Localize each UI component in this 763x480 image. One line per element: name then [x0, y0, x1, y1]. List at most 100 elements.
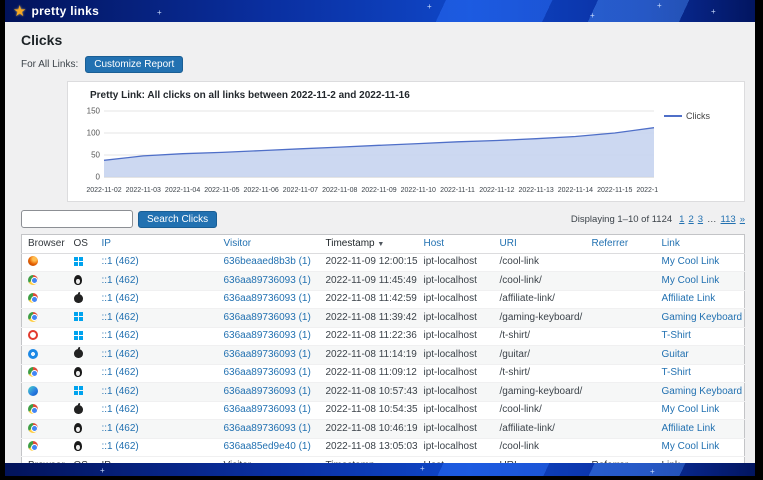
svg-text:2022-11-10: 2022-11-10 [401, 187, 436, 194]
ip-link[interactable]: ::1 (462) [102, 256, 139, 267]
bottom-banner [5, 463, 755, 476]
apple-icon [74, 349, 83, 358]
link-link[interactable]: My Cool Link [662, 404, 720, 415]
main-content: Clicks For All Links: Customize Report P… [5, 22, 755, 463]
timestamp-cell: 2022-11-08 10:57:43 [320, 383, 418, 402]
uri-cell: /gaming-keyboard/ [494, 309, 586, 328]
ip-link[interactable]: ::1 (462) [102, 441, 139, 452]
column-header-uri[interactable]: URI [494, 235, 586, 254]
pagination-page-113[interactable]: 113 [721, 214, 736, 225]
visitor-link[interactable]: 636aa89736093 (1) [224, 367, 311, 378]
link-link[interactable]: My Cool Link [662, 275, 720, 286]
ip-link[interactable]: ::1 (462) [102, 367, 139, 378]
ip-link[interactable]: ::1 (462) [102, 275, 139, 286]
visitor-link[interactable]: 636aa89736093 (1) [224, 404, 311, 415]
chart-legend: Clicks [658, 105, 734, 121]
sparkle-icon [657, 2, 662, 10]
ip-link[interactable]: ::1 (462) [102, 423, 139, 434]
column-header-host[interactable]: Host [418, 235, 494, 254]
link-link[interactable]: My Cool Link [662, 256, 720, 267]
column-header-browser: Browser [22, 235, 68, 254]
svg-text:2022-11-08: 2022-11-08 [322, 187, 357, 194]
visitor-link[interactable]: 636aa89736093 (1) [224, 293, 311, 304]
sparkle-icon [590, 12, 595, 20]
browser-frame: ★ pretty links Clicks For All Links: Cus… [0, 0, 763, 480]
link-link[interactable]: Gaming Keyboard [662, 386, 743, 397]
link-link[interactable]: T-Shirt [662, 330, 691, 341]
clicks-table: BrowserOSIPVisitorTimestamp ▼HostURIRefe… [21, 234, 745, 476]
customize-report-button[interactable]: Customize Report [85, 56, 183, 73]
svg-text:2022-11-14: 2022-11-14 [558, 187, 593, 194]
column-header-referrer[interactable]: Referrer [586, 235, 656, 254]
report-controls: For All Links: Customize Report [21, 56, 745, 73]
visitor-link[interactable]: 636aa85ed9e40 (1) [224, 441, 311, 452]
pagination-page-2[interactable]: 2 [688, 214, 693, 225]
visitor-link[interactable]: 636aa89736093 (1) [224, 275, 311, 286]
ip-link[interactable]: ::1 (462) [102, 349, 139, 360]
visitor-link[interactable]: 636aa89736093 (1) [224, 386, 311, 397]
visitor-link[interactable]: 636beaaed8b3b (1) [224, 256, 311, 267]
search-input[interactable] [21, 210, 133, 228]
host-cell: ipt-localhost [418, 327, 494, 346]
referrer-cell [586, 364, 656, 383]
svg-text:2022-11-04: 2022-11-04 [165, 187, 200, 194]
logo-text: pretty links [31, 4, 99, 18]
pagination: Displaying 1–10 of 1124123…113» [571, 214, 745, 225]
table-row: ::1 (462)636aa89736093 (1)2022-11-08 11:… [22, 309, 745, 328]
column-header-visitor[interactable]: Visitor [218, 235, 320, 254]
referrer-cell [586, 401, 656, 420]
table-row: ::1 (462) 636aa89736093 (1) 2022-11-08 10:… [22, 420, 745, 439]
search-clicks-button[interactable]: Search Clicks [138, 211, 217, 228]
svg-text:2022-11-11: 2022-11-11 [440, 187, 475, 194]
safari-icon [28, 349, 38, 359]
table-row: ::1 (462) 636aa89736093 (1) 2022-11-08 10:… [22, 401, 745, 420]
ip-link[interactable]: ::1 (462) [102, 330, 139, 341]
svg-text:2022-11-15: 2022-11-15 [597, 187, 632, 194]
column-header-ip[interactable]: IP [96, 235, 218, 254]
referrer-cell [586, 438, 656, 457]
host-cell: ipt-localhost [418, 290, 494, 309]
ip-link[interactable]: ::1 (462) [102, 404, 139, 415]
link-link[interactable]: Affiliate Link [662, 423, 716, 434]
host-cell: ipt-localhost [418, 383, 494, 402]
linux-icon [74, 275, 82, 285]
chrome-icon [28, 404, 38, 414]
visitor-link[interactable]: 636aa89736093 (1) [224, 349, 311, 360]
referrer-cell [586, 327, 656, 346]
timestamp-cell: 2022-11-08 10:54:35 [320, 401, 418, 420]
table-row: ::1 (462)636aa89736093 (1)2022-11-09 11:… [22, 272, 745, 291]
table-row: ::1 (462)636aa89736093 (1)2022-11-08 11:… [22, 290, 745, 309]
host-cell: ipt-localhost [418, 401, 494, 420]
visitor-link[interactable]: 636aa89736093 (1) [224, 423, 311, 434]
pagination-page-next[interactable]: » [740, 214, 745, 225]
svg-text:150: 150 [87, 107, 101, 116]
chrome-icon [28, 275, 38, 285]
ip-link[interactable]: ::1 (462) [102, 312, 139, 323]
link-link[interactable]: Affiliate Link [662, 293, 716, 304]
visitor-link[interactable]: 636aa89736093 (1) [224, 312, 311, 323]
visitor-link[interactable]: 636aa89736093 (1) [224, 330, 311, 341]
host-cell: ipt-localhost [418, 364, 494, 383]
host-cell: ipt-localhost [418, 253, 494, 272]
referrer-cell [586, 253, 656, 272]
link-link[interactable]: T-Shirt [662, 367, 691, 378]
table-row: ::1 (462) 636aa89736093 (1) 2022-11-08 10:… [22, 383, 745, 402]
pagination-page-3[interactable]: 3 [698, 214, 703, 225]
timestamp-cell: 2022-11-08 10:46:19 [320, 420, 418, 439]
ip-link[interactable]: ::1 (462) [102, 386, 139, 397]
page-title: Clicks [21, 32, 745, 48]
ip-link[interactable]: ::1 (462) [102, 293, 139, 304]
chart-title: Pretty Link: All clicks on all links bet… [90, 90, 736, 101]
link-link[interactable]: Guitar [662, 349, 689, 360]
svg-text:100: 100 [87, 129, 101, 138]
apple-icon [74, 405, 83, 414]
column-header-link[interactable]: Link [656, 235, 745, 254]
chrome-icon [28, 293, 38, 303]
link-link[interactable]: Gaming Keyboard [662, 312, 743, 323]
legend-line-icon [664, 115, 682, 117]
pagination-page-1[interactable]: 1 [679, 214, 684, 225]
column-header-timestamp[interactable]: Timestamp ▼ [320, 235, 418, 254]
uri-cell: /t-shirt/ [494, 364, 586, 383]
sparkle-icon [427, 3, 432, 11]
link-link[interactable]: My Cool Link [662, 441, 720, 452]
